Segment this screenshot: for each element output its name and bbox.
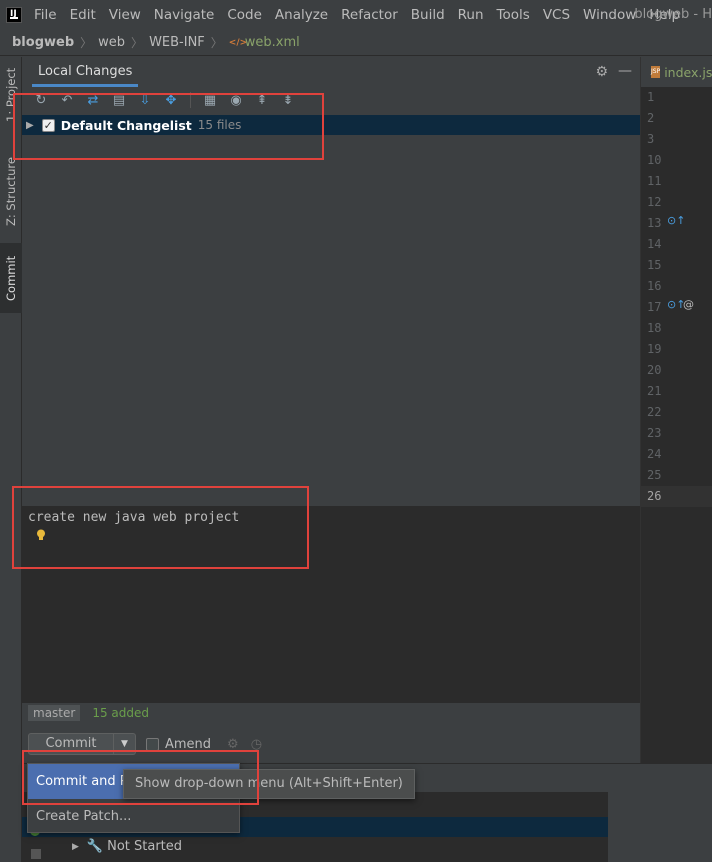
override-marker-icon[interactable]: ⊙↑: [667, 214, 685, 227]
menu-window[interactable]: Window: [583, 7, 636, 23]
settings-gear-icon[interactable]: ⚙: [595, 64, 608, 80]
editor-pane: JSP index.js 1 2 3 10 11 12 13 14 15 16 …: [640, 57, 712, 763]
minimize-icon[interactable]: —: [618, 63, 632, 79]
line-number: 24: [647, 447, 662, 461]
expand-triangle-icon[interactable]: ▶: [72, 842, 79, 852]
tool-tab-structure[interactable]: Z: Structure: [0, 147, 22, 237]
menu-build[interactable]: Build: [411, 7, 445, 23]
breadcrumb-separator-icon: 〉: [210, 36, 223, 50]
line-number: 18: [647, 321, 662, 335]
line-number: 11: [647, 174, 662, 188]
tab-local-changes[interactable]: Local Changes: [32, 57, 139, 87]
breadcrumb-separator-icon: 〉: [131, 36, 144, 50]
menu-bar: IJ File Edit View Navigate Code Analyze …: [0, 0, 712, 30]
menu-run[interactable]: Run: [458, 7, 484, 23]
breadcrumb-project[interactable]: blogweb: [12, 35, 74, 50]
line-number: 23: [647, 426, 662, 440]
line-number: 14: [647, 237, 662, 251]
annotation-box-changelist: [13, 93, 324, 160]
line-number: 19: [647, 342, 662, 356]
line-number: 25: [647, 468, 662, 482]
jsp-file-icon: JSP: [651, 66, 661, 78]
menu-view[interactable]: View: [109, 7, 141, 23]
editor-tab-index[interactable]: JSP index.js: [641, 57, 712, 87]
tool-tab-commit[interactable]: Commit: [0, 243, 22, 313]
not-started-label: Not Started: [107, 839, 183, 854]
xml-file-icon: </>: [228, 37, 248, 48]
local-changes-panel: Local Changes ⚙ — ↻ ↶ ⇄ ▤ ⇩ ✥ ▦ ◉ ⇞ ⇟ ▶ …: [22, 57, 640, 763]
breadcrumb-file[interactable]: web.xml: [245, 35, 300, 50]
menu-code[interactable]: Code: [227, 7, 262, 23]
wrench-icon: 🔧: [86, 839, 104, 854]
breadcrumb-folder-web[interactable]: web: [98, 35, 125, 50]
tool-tab-commit-label: Commit: [4, 255, 18, 301]
menu-navigate[interactable]: Navigate: [154, 7, 215, 23]
editor-tab-label: index.js: [664, 64, 712, 80]
breadcrumb: blogweb 〉 web 〉 WEB-INF 〉 </> web.xml: [0, 30, 712, 56]
amend-checkbox[interactable]: [146, 737, 159, 751]
line-number: 3: [647, 132, 655, 146]
annotation-box-commit-menu: [22, 750, 259, 805]
line-number: 22: [647, 405, 662, 419]
panel-header: Local Changes ⚙ —: [22, 57, 640, 87]
line-number: 16: [647, 279, 662, 293]
annotation-at-icon: @: [683, 298, 694, 311]
menu-file[interactable]: File: [34, 7, 57, 23]
intellij-logo-icon: IJ: [6, 7, 22, 23]
line-number: 10: [647, 153, 662, 167]
left-tool-strip: 1: Project Z: Structure Commit: [0, 57, 22, 862]
window-title: blogweb - H: [634, 7, 712, 22]
menu-refactor[interactable]: Refactor: [341, 7, 398, 23]
breadcrumb-separator-icon: 〉: [80, 36, 93, 50]
line-number: 15: [647, 258, 662, 272]
commit-status-row: master 15 added: [28, 705, 149, 721]
menu-tools[interactable]: Tools: [497, 7, 530, 23]
stop-icon[interactable]: [31, 849, 41, 859]
line-number-gutter: 1 2 3 10 11 12 13 14 15 16 17 18 19 20 2…: [641, 87, 712, 507]
breadcrumb-folder-webinf[interactable]: WEB-INF: [149, 35, 205, 50]
menu-vcs[interactable]: VCS: [543, 7, 570, 23]
added-count: 15 added: [92, 706, 149, 720]
line-number: 20: [647, 363, 662, 377]
changes-tree: ▶ ✓ Default Changelist 15 files: [22, 113, 640, 506]
not-started-item[interactable]: ▶ 🔧 Not Started: [72, 839, 182, 854]
annotation-box-commit-message: [12, 486, 309, 569]
menu-analyze[interactable]: Analyze: [275, 7, 328, 23]
branch-badge[interactable]: master: [28, 705, 81, 721]
line-number: 12: [647, 195, 662, 209]
line-number: 2: [647, 111, 655, 125]
line-number: 21: [647, 384, 662, 398]
tool-tab-structure-label: Z: Structure: [4, 157, 18, 227]
line-number-current: 26: [641, 486, 712, 507]
line-number: 1: [647, 90, 655, 104]
menu-edit[interactable]: Edit: [70, 7, 96, 23]
